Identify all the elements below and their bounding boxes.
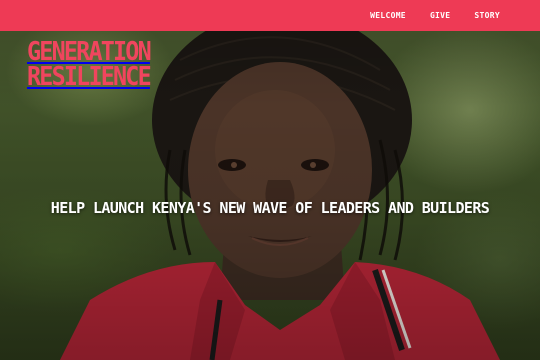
brand-logo-line-2: RESILIENCE bbox=[27, 62, 152, 92]
brand-logo[interactable]: GENERATION RESILIENCE bbox=[27, 39, 164, 92]
main-nav: WELCOME GIVE STORY bbox=[370, 0, 500, 31]
top-navigation-bar: WELCOME GIVE STORY bbox=[0, 0, 540, 31]
nav-link-welcome[interactable]: WELCOME bbox=[370, 11, 406, 20]
hero-headline: HELP LAUNCH KENYA'S NEW WAVE OF LEADERS … bbox=[50, 199, 490, 217]
nav-link-story[interactable]: STORY bbox=[474, 11, 500, 20]
landing-page: WELCOME GIVE STORY GENERATION RESILIENCE… bbox=[0, 0, 540, 360]
nav-link-give[interactable]: GIVE bbox=[430, 11, 450, 20]
